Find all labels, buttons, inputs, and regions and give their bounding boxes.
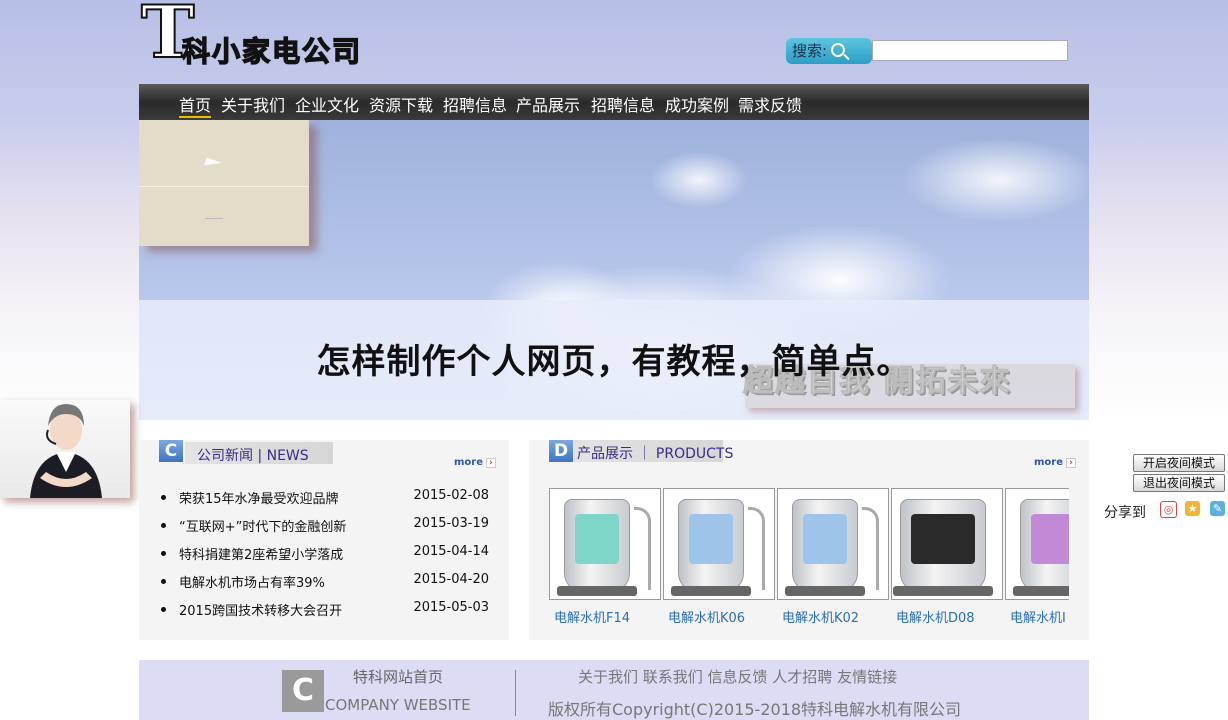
- products-badge: D: [549, 440, 573, 462]
- bullet-icon: [161, 579, 166, 584]
- footer-links[interactable]: 关于我们 联系我们 信息反馈 人才招聘 友情链接: [578, 666, 897, 687]
- footer: C 特科网站首页 COMPANY WEBSITE 关于我们 联系我们 信息反馈 …: [139, 660, 1089, 720]
- product-name[interactable]: 电解水机D08: [896, 607, 1003, 626]
- product-card[interactable]: 电解水机K02: [777, 488, 889, 626]
- search-button[interactable]: 搜索:: [786, 38, 872, 64]
- nav-item-about[interactable]: 关于我们: [221, 92, 285, 116]
- customer-service-avatar[interactable]: [0, 400, 130, 498]
- news-item-title[interactable]: 特科捐建第2座希望小学落成: [179, 544, 343, 563]
- product-name[interactable]: 电解水机K06: [668, 607, 775, 626]
- bullet-icon: [161, 523, 166, 528]
- news-item-date: 2015-05-03: [413, 600, 489, 615]
- products-panel: D 产品展示 ｜ PRODUCTS more 电解水机F14 电解水机K06 电…: [529, 440, 1089, 640]
- search-input[interactable]: [872, 40, 1068, 61]
- main-nav: 首页 关于我们 企业文化 资源下载 招聘信息 产品展示 招聘信息 成功案例 需求…: [139, 84, 1089, 120]
- nav-item-products[interactable]: 产品展示: [516, 92, 580, 116]
- bullet-icon: [161, 607, 166, 612]
- product-image[interactable]: [663, 488, 775, 600]
- bullet-icon: [161, 495, 166, 500]
- news-item-date: 2015-03-19: [413, 516, 489, 531]
- search-icon: [831, 43, 846, 57]
- nav-item-jobs[interactable]: 招聘信息: [443, 92, 507, 116]
- logo-text: 科小家电公司: [181, 34, 363, 68]
- footer-divider: [515, 670, 516, 716]
- product-name[interactable]: 电解水机I: [1010, 607, 1069, 626]
- product-name[interactable]: 电解水机F14: [554, 607, 661, 626]
- news-badge: C: [159, 440, 183, 462]
- banner-card: [139, 120, 309, 246]
- nav-item-downloads[interactable]: 资源下载: [369, 92, 433, 116]
- product-card[interactable]: 电解水机I: [1005, 488, 1069, 626]
- news-item-title[interactable]: 2015跨国技术转移大会召开: [179, 600, 342, 619]
- products-more-link[interactable]: more: [1034, 457, 1076, 468]
- footer-logo: C: [282, 670, 324, 712]
- product-image[interactable]: [549, 488, 661, 600]
- news-item-title[interactable]: “互联网+”时代下的金融创新: [179, 516, 346, 535]
- product-image[interactable]: [777, 488, 889, 600]
- share-label: 分享到: [1104, 505, 1146, 521]
- product-card[interactable]: 电解水机F14: [549, 488, 661, 626]
- weibo-icon[interactable]: ◎: [1160, 501, 1177, 518]
- nav-item-feedback[interactable]: 需求反馈: [738, 92, 802, 116]
- search-label: 搜索:: [792, 42, 828, 60]
- product-card[interactable]: 电解水机K06: [663, 488, 775, 626]
- page-headline: 怎样制作个人网页，有教程，简单点。: [316, 342, 912, 382]
- footer-company-website: COMPANY WEBSITE: [325, 696, 471, 714]
- news-panel: C 公司新闻 | NEWS more 荣获15年水净最受欢迎品牌 2015-02…: [139, 440, 509, 640]
- nav-item-culture[interactable]: 企业文化: [295, 92, 359, 116]
- news-item-date: 2015-02-08: [413, 488, 489, 503]
- product-carousel: 电解水机F14 电解水机K06 电解水机K02 电解水机D08 电解水机I: [549, 488, 1069, 628]
- night-mode-off-button[interactable]: 退出夜间模式: [1133, 474, 1225, 492]
- footer-home-link[interactable]: 特科网站首页: [353, 666, 443, 687]
- news-item-title[interactable]: 电解水机市场占有率39%: [179, 572, 325, 591]
- products-title: 产品展示 ｜ PRODUCTS: [577, 446, 734, 462]
- news-item-date: 2015-04-14: [413, 544, 489, 559]
- tencent-weibo-icon[interactable]: ✎: [1210, 501, 1225, 516]
- product-name[interactable]: 电解水机K02: [782, 607, 889, 626]
- bullet-icon: [161, 551, 166, 556]
- footer-copyright: 版权所有Copyright(C)2015-2018特科电解水机有限公司: [548, 700, 962, 719]
- product-card[interactable]: 电解水机D08: [891, 488, 1003, 626]
- nav-item-jobs-2[interactable]: 招聘信息: [591, 92, 655, 116]
- product-image[interactable]: [1005, 488, 1069, 600]
- news-title: 公司新闻 | NEWS: [197, 448, 309, 464]
- news-item-date: 2015-04-20: [413, 572, 489, 587]
- news-item-title[interactable]: 荣获15年水净最受欢迎品牌: [179, 488, 339, 507]
- qzone-icon[interactable]: ★: [1185, 501, 1200, 516]
- product-image[interactable]: [891, 488, 1003, 600]
- nav-item-cases[interactable]: 成功案例: [665, 92, 729, 116]
- nav-item-home[interactable]: 首页: [179, 92, 212, 118]
- night-mode-on-button[interactable]: 开启夜间模式: [1133, 454, 1225, 472]
- news-more-link[interactable]: more: [454, 457, 496, 468]
